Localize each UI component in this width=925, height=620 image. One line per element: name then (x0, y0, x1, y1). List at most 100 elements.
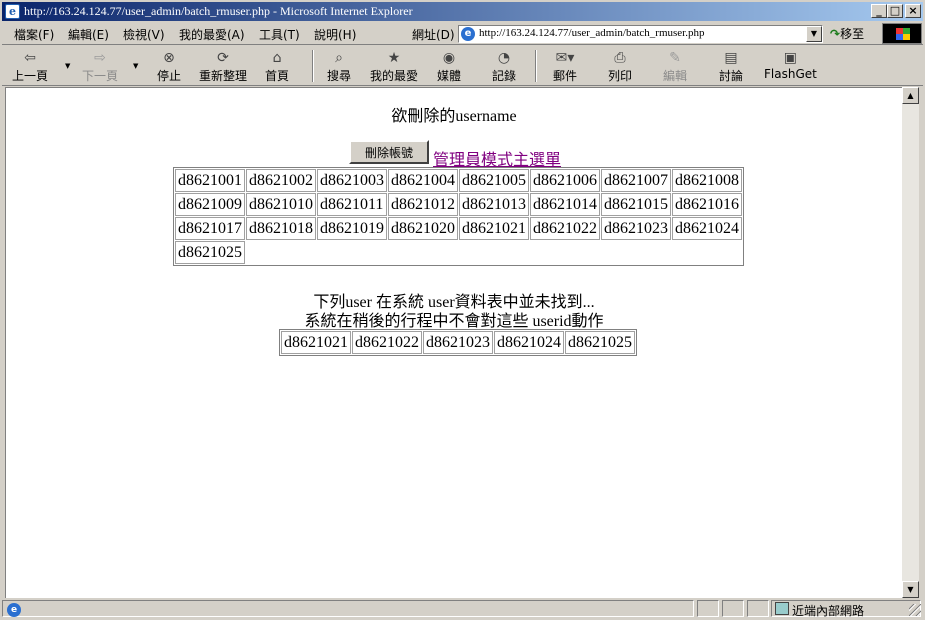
address-bar[interactable]: e http://163.24.124.77/user_admin/batch_… (458, 25, 823, 43)
user-cell: d8621006 (530, 169, 600, 192)
title-bar: e http://163.24.124.77/user_admin/batch_… (2, 2, 923, 21)
user-cell: d8621011 (317, 193, 387, 216)
close-button[interactable]: × (905, 4, 921, 18)
edit-icon: ✎ (669, 50, 681, 66)
address-dropdown-icon[interactable]: ▼ (806, 26, 822, 42)
not-found-user-cell: d8621024 (494, 331, 564, 354)
home-button[interactable]: ⌂ 首頁 (265, 49, 289, 84)
menu-favorites[interactable]: 我的最愛(A) (179, 26, 245, 43)
forward-button[interactable]: ⇨ 下一頁 (82, 49, 118, 84)
go-button[interactable]: ↷移至 (830, 25, 864, 42)
empty-cell (246, 241, 742, 264)
not-found-user-cell: d8621023 (423, 331, 493, 354)
search-icon: ⌕ (335, 50, 343, 66)
user-cell: d8621014 (530, 193, 600, 216)
status-bar: e 近端內部網路 (2, 599, 923, 618)
user-cell: d8621016 (672, 193, 742, 216)
discuss-icon: ▤ (724, 50, 738, 66)
maximize-button[interactable]: □ (887, 4, 903, 18)
table-row: d8621001 d8621002 d8621003 d8621004 d8621005… (175, 169, 742, 192)
page-content: 欲刪除的username 刪除帳號 管理員模式主選單 d8621001 d8621… (5, 87, 902, 598)
favorites-button[interactable]: ★ 我的最愛 (370, 49, 418, 84)
user-cell: d8621010 (246, 193, 316, 216)
ie-page-icon: e (7, 603, 21, 617)
user-cell: d8621018 (246, 217, 316, 240)
refresh-icon: ⟳ (217, 50, 229, 66)
menu-help[interactable]: 說明(H) (314, 26, 356, 43)
not-found-table: d8621021 d8621022 d8621023 d8621024 d8621025 (279, 329, 637, 356)
user-cell: d8621013 (459, 193, 529, 216)
table-row: d8621017 d8621018 d8621019 d8621020 d8621021… (175, 217, 742, 240)
back-button[interactable]: ⇦ 上一頁 (12, 49, 48, 84)
resize-grip[interactable] (909, 604, 921, 616)
vertical-scrollbar[interactable]: ▲ ▼ (902, 87, 919, 598)
user-cell: d8621005 (459, 169, 529, 192)
table-row: d8621025 (175, 241, 742, 264)
back-dropdown-icon[interactable]: ▼ (65, 62, 70, 70)
users-table: d8621001 d8621002 d8621003 d8621004 d8621005… (173, 167, 744, 266)
security-zone: 近端內部網路 (771, 600, 921, 618)
address-label: 網址(D) (412, 28, 455, 42)
not-found-user-cell: d8621022 (352, 331, 422, 354)
mail-button[interactable]: ✉▾ 郵件 (553, 49, 577, 84)
stop-icon: ⊗ (163, 50, 175, 66)
menu-view[interactable]: 檢視(V) (123, 26, 165, 43)
media-button[interactable]: ◉ 媒體 (437, 49, 461, 84)
forward-arrow-icon: ⇨ (94, 50, 106, 66)
history-icon: ◔ (497, 50, 511, 66)
scroll-up-icon[interactable]: ▲ (902, 87, 919, 104)
mail-icon: ✉▾ (555, 50, 575, 66)
user-cell: d8621021 (459, 217, 529, 240)
user-cell: d8621004 (388, 169, 458, 192)
browser-window: e http://163.24.124.77/user_admin/batch_… (0, 0, 925, 620)
user-cell: d8621008 (672, 169, 742, 192)
window-title: http://163.24.124.77/user_admin/batch_rm… (24, 4, 413, 18)
intranet-zone-icon (775, 602, 789, 615)
user-cell: d8621019 (317, 217, 387, 240)
status-cell (697, 600, 719, 617)
delete-accounts-button[interactable]: 刪除帳號 (349, 140, 429, 164)
user-cell: d8621025 (175, 241, 245, 264)
user-cell: d8621022 (530, 217, 600, 240)
print-button[interactable]: ⎙ 列印 (608, 49, 632, 84)
search-button[interactable]: ⌕ 搜尋 (327, 49, 351, 84)
zone-label: 近端內部網路 (792, 604, 865, 618)
discuss-button[interactable]: ▤ 討論 (719, 49, 743, 84)
user-cell: d8621009 (175, 193, 245, 216)
favorites-icon: ★ (387, 50, 401, 66)
forward-dropdown-icon[interactable]: ▼ (133, 62, 138, 70)
scroll-down-icon[interactable]: ▼ (902, 581, 919, 598)
notice-line-2: 系統在稍後的行程中不會對這些 userid動作 (304, 313, 604, 330)
user-cell: d8621023 (601, 217, 671, 240)
status-cell (747, 600, 769, 617)
windows-logo-icon (882, 23, 922, 44)
menu-file[interactable]: 檔案(F) (14, 26, 54, 43)
user-cell: d8621001 (175, 169, 245, 192)
user-cell: d8621007 (601, 169, 671, 192)
not-found-user-cell: d8621021 (281, 331, 351, 354)
page-title: 欲刪除的username (391, 108, 517, 125)
menu-bar: 檔案(F) 編輯(E) 檢視(V) 我的最愛(A) 工具(T) 說明(H) 網址… (2, 23, 923, 45)
user-cell: d8621003 (317, 169, 387, 192)
edit-button[interactable]: ✎ 編輯 (663, 49, 687, 84)
user-cell: d8621017 (175, 217, 245, 240)
address-input[interactable]: http://163.24.124.77/user_admin/batch_rm… (479, 27, 704, 39)
toolbar: ⇦ 上一頁 ▼ ⇨ 下一頁 ▼ ⊗ 停止 ⟳ 重新整理 ⌂ 首頁 ⌕ 搜尋 ★ 我的最愛 ◉ 媒… (2, 46, 923, 86)
flashget-button[interactable]: ▣ FlashGet (764, 49, 817, 81)
home-icon: ⌂ (272, 50, 282, 66)
user-cell: d8621024 (672, 217, 742, 240)
ie-page-icon: e (5, 4, 20, 19)
not-found-user-cell: d8621025 (565, 331, 635, 354)
menu-tools[interactable]: 工具(T) (259, 26, 300, 43)
toolbar-separator (535, 50, 537, 82)
status-cell (722, 600, 744, 617)
minimize-button[interactable]: _ (871, 4, 887, 18)
stop-button[interactable]: ⊗ 停止 (157, 49, 181, 84)
go-label: 移至 (840, 27, 865, 41)
refresh-button[interactable]: ⟳ 重新整理 (199, 49, 247, 84)
menu-edit[interactable]: 編輯(E) (68, 26, 109, 43)
back-arrow-icon: ⇦ (24, 50, 36, 66)
toolbar-separator (312, 50, 314, 82)
user-cell: d8621002 (246, 169, 316, 192)
history-button[interactable]: ◔ 記錄 (492, 49, 516, 84)
